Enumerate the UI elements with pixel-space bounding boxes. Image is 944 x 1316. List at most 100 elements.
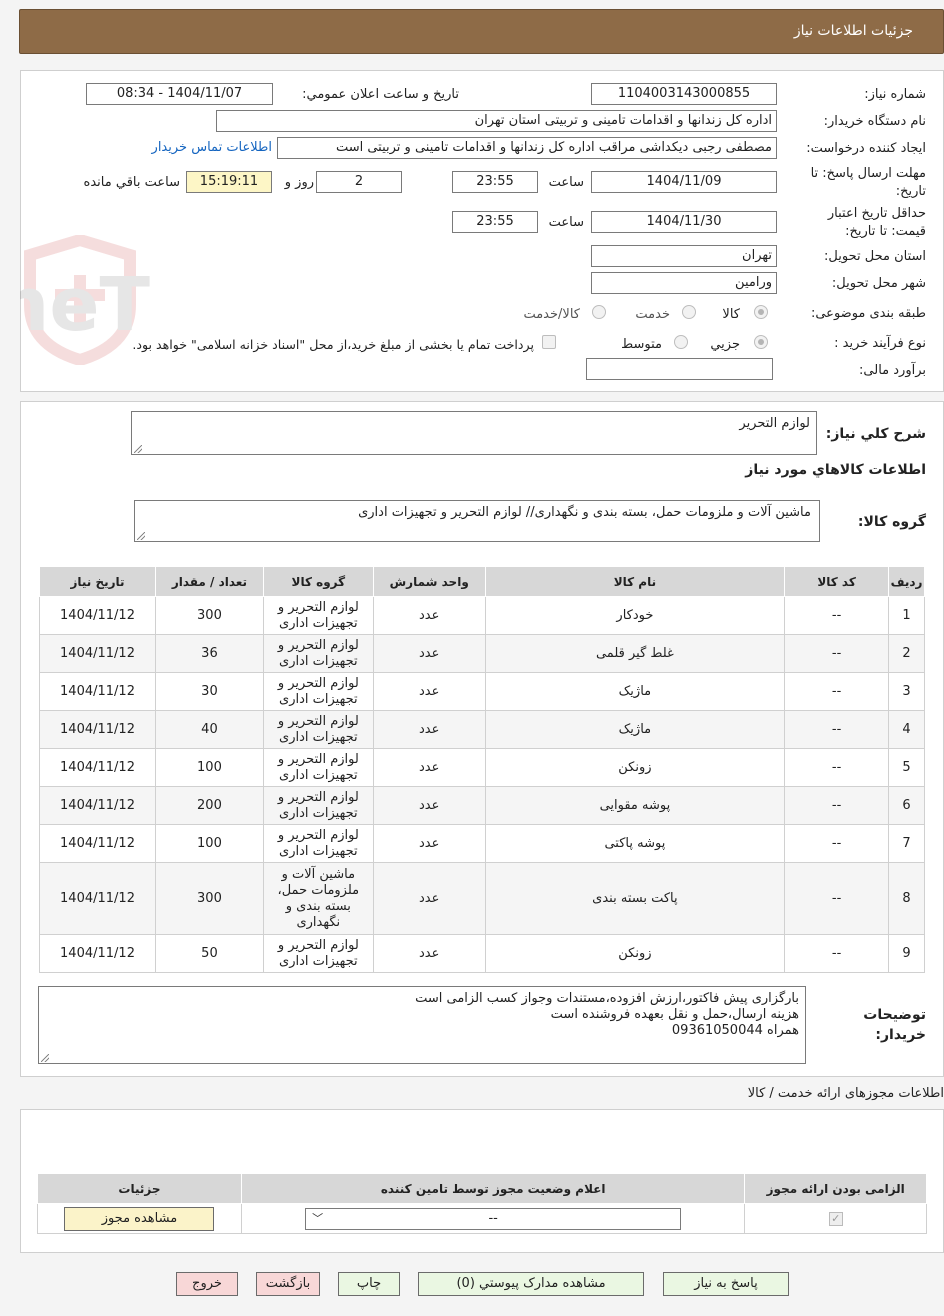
table-row: 8 -- پاکت بسته بندی عدد ماشین آلات و ملزومات… <box>38 862 925 935</box>
status-cell: -- ﹀ <box>240 1203 746 1234</box>
category-service-radio[interactable] <box>682 305 696 319</box>
group-text: ماشین آلات و ملزومات حمل، بسته بندی و نگ… <box>358 505 811 520</box>
treasury-checkbox[interactable] <box>542 335 556 349</box>
deadline-label-2: تاریخ: <box>895 184 926 199</box>
validity-label-1: حداقل تاریخ اعتبار <box>827 206 926 221</box>
buyer-org-field: اداره کل زندانها و اقدامات تامینی و تربی… <box>216 110 777 132</box>
quantity-cell: 200 <box>155 786 264 825</box>
province-field: تهران <box>591 245 777 267</box>
unit-cell: عدد <box>372 934 486 973</box>
remaining-label: ساعت باقي مانده <box>83 175 180 190</box>
group-textarea: ماشین آلات و ملزومات حمل، بسته بندی و نگ… <box>134 500 820 542</box>
category-goods-radio[interactable] <box>754 305 768 319</box>
row-number-cell: 6 <box>888 786 925 825</box>
process-medium-radio[interactable] <box>674 335 688 349</box>
col-row: ردیف <box>888 566 925 597</box>
permit-status-select[interactable]: -- ﹀ <box>305 1207 682 1230</box>
group-cell: لوازم التحریر و تجهیزات اداری <box>262 824 374 863</box>
need-date-cell: 1404/11/12 <box>38 672 157 711</box>
print-button[interactable]: چاپ <box>338 1272 400 1296</box>
col-required: الزامی بودن ارائه مجوز <box>744 1173 927 1204</box>
deadline-date-field: 1404/11/09 <box>591 171 777 193</box>
item-name-cell: پوشه پاکتی <box>484 824 786 863</box>
deadline-label-1: مهلت ارسال پاسخ: تا <box>810 166 926 181</box>
reply-button[interactable]: پاسخ به نیاز <box>663 1272 789 1296</box>
col-date: تاریخ نیاز <box>38 566 157 597</box>
col-group: گروه کالا <box>262 566 374 597</box>
quantity-cell: 50 <box>155 934 264 973</box>
chevron-down-icon: ﹀ <box>312 1211 324 1225</box>
goods-table: ردیف کد کالا نام کالا واحد شمارش گروه کا… <box>38 566 925 973</box>
item-code-cell: -- <box>784 710 890 749</box>
group-cell: لوازم التحریر و تجهیزات اداری <box>262 934 374 973</box>
validity-time-label: ساعت <box>548 215 584 230</box>
unit-cell: عدد <box>372 824 486 863</box>
need-date-cell: 1404/11/12 <box>38 634 157 673</box>
process-minor-label: جزیي <box>710 337 740 352</box>
unit-cell: عدد <box>372 596 486 635</box>
creator-label: ایجاد کننده درخواست: <box>806 141 926 156</box>
table-row: 9 -- زونکن عدد لوازم التحریر و تجهیزات اداری… <box>38 934 925 973</box>
item-code-cell: -- <box>784 634 890 673</box>
required-checkbox[interactable]: ✓ <box>828 1211 843 1226</box>
category-both-radio[interactable] <box>592 305 606 319</box>
back-button[interactable]: بازگشت <box>256 1272 320 1296</box>
buyer-contact-link[interactable]: اطلاعات تماس خریدار <box>152 140 272 155</box>
unit-cell: عدد <box>372 748 486 787</box>
item-name-cell: پوشه مقوایی <box>484 786 786 825</box>
table-row: 2 -- غلط گیر قلمی عدد لوازم التحریر و تجهیزا… <box>38 634 925 673</box>
process-minor-radio[interactable] <box>754 335 768 349</box>
announce-label: تاریخ و ساعت اعلان عمومي: <box>302 87 459 102</box>
buyer-notes-label-2: خریدار: <box>875 1027 926 1043</box>
col-unit: واحد شمارش <box>372 566 486 597</box>
item-code-cell: -- <box>784 824 890 863</box>
exit-button[interactable]: خروج <box>176 1272 238 1296</box>
unit-cell: عدد <box>372 672 486 711</box>
group-cell: لوازم التحریر و تجهیزات اداری <box>262 672 374 711</box>
col-details: جزئیات <box>37 1173 242 1204</box>
validity-label-2: قیمت: تا تاریخ: <box>845 224 926 239</box>
attachments-button[interactable]: مشاهده مدارک پیوستي (0) <box>418 1272 644 1296</box>
need-date-cell: 1404/11/12 <box>38 710 157 749</box>
unit-cell: عدد <box>372 634 486 673</box>
table-row: 4 -- ماژیک عدد لوازم التحریر و تجهیزات اداری… <box>38 710 925 749</box>
need-date-cell: 1404/11/12 <box>38 596 157 635</box>
permits-title: اطلاعات مجوزهای ارائه خدمت / کالا <box>747 1086 944 1101</box>
city-field: ورامین <box>591 272 777 294</box>
group-cell: لوازم التحریر و تجهیزات اداری <box>262 748 374 787</box>
item-code-cell: -- <box>784 862 890 935</box>
col-name: نام کالا <box>484 566 786 597</box>
item-name-cell: خودکار <box>484 596 786 635</box>
quantity-cell: 300 <box>155 862 264 935</box>
buyer-notes-label-1: توضیحات <box>863 1007 926 1023</box>
goods-info-title: اطلاعات کالاهاي مورد نیاز <box>745 462 926 478</box>
row-number-cell: 4 <box>888 710 925 749</box>
buyer-note-line: هزینه ارسال،حمل و نقل بعهده فروشنده است <box>550 1007 799 1022</box>
summary-text: لوازم التحریر <box>739 416 810 431</box>
col-code: کد کالا <box>784 566 890 597</box>
row-number-cell: 9 <box>888 934 925 973</box>
need-date-cell: 1404/11/12 <box>38 934 157 973</box>
item-name-cell: زونکن <box>484 748 786 787</box>
col-qty: تعداد / مقدار <box>155 566 264 597</box>
row-number-cell: 2 <box>888 634 925 673</box>
item-code-cell: -- <box>784 596 890 635</box>
group-cell: لوازم التحریر و تجهیزات اداری <box>262 710 374 749</box>
need-date-cell: 1404/11/12 <box>38 748 157 787</box>
page-header: جزئیات اطلاعات نیاز <box>19 9 944 54</box>
group-cell: ماشین آلات و ملزومات حمل، بسته بندی و نگ… <box>262 862 374 935</box>
buyer-note-line: بارگزاری پیش فاکتور،ارزش افزوده،مستندات … <box>415 991 799 1006</box>
group-cell: لوازم التحریر و تجهیزات اداری <box>262 786 374 825</box>
view-permit-button[interactable]: مشاهده مجوز <box>64 1206 215 1231</box>
resize-grip[interactable] <box>134 445 142 453</box>
item-name-cell: زونکن <box>484 934 786 973</box>
category-label: طبقه بندی موضوعی: <box>810 306 926 321</box>
resize-grip[interactable] <box>41 1054 49 1062</box>
unit-cell: عدد <box>372 710 486 749</box>
resize-grip[interactable] <box>137 532 145 540</box>
unit-cell: عدد <box>372 786 486 825</box>
quantity-cell: 100 <box>155 824 264 863</box>
summary-label: شرح کلي نیاز: <box>825 426 926 442</box>
estimate-field[interactable] <box>586 358 773 380</box>
quantity-cell: 100 <box>155 748 264 787</box>
